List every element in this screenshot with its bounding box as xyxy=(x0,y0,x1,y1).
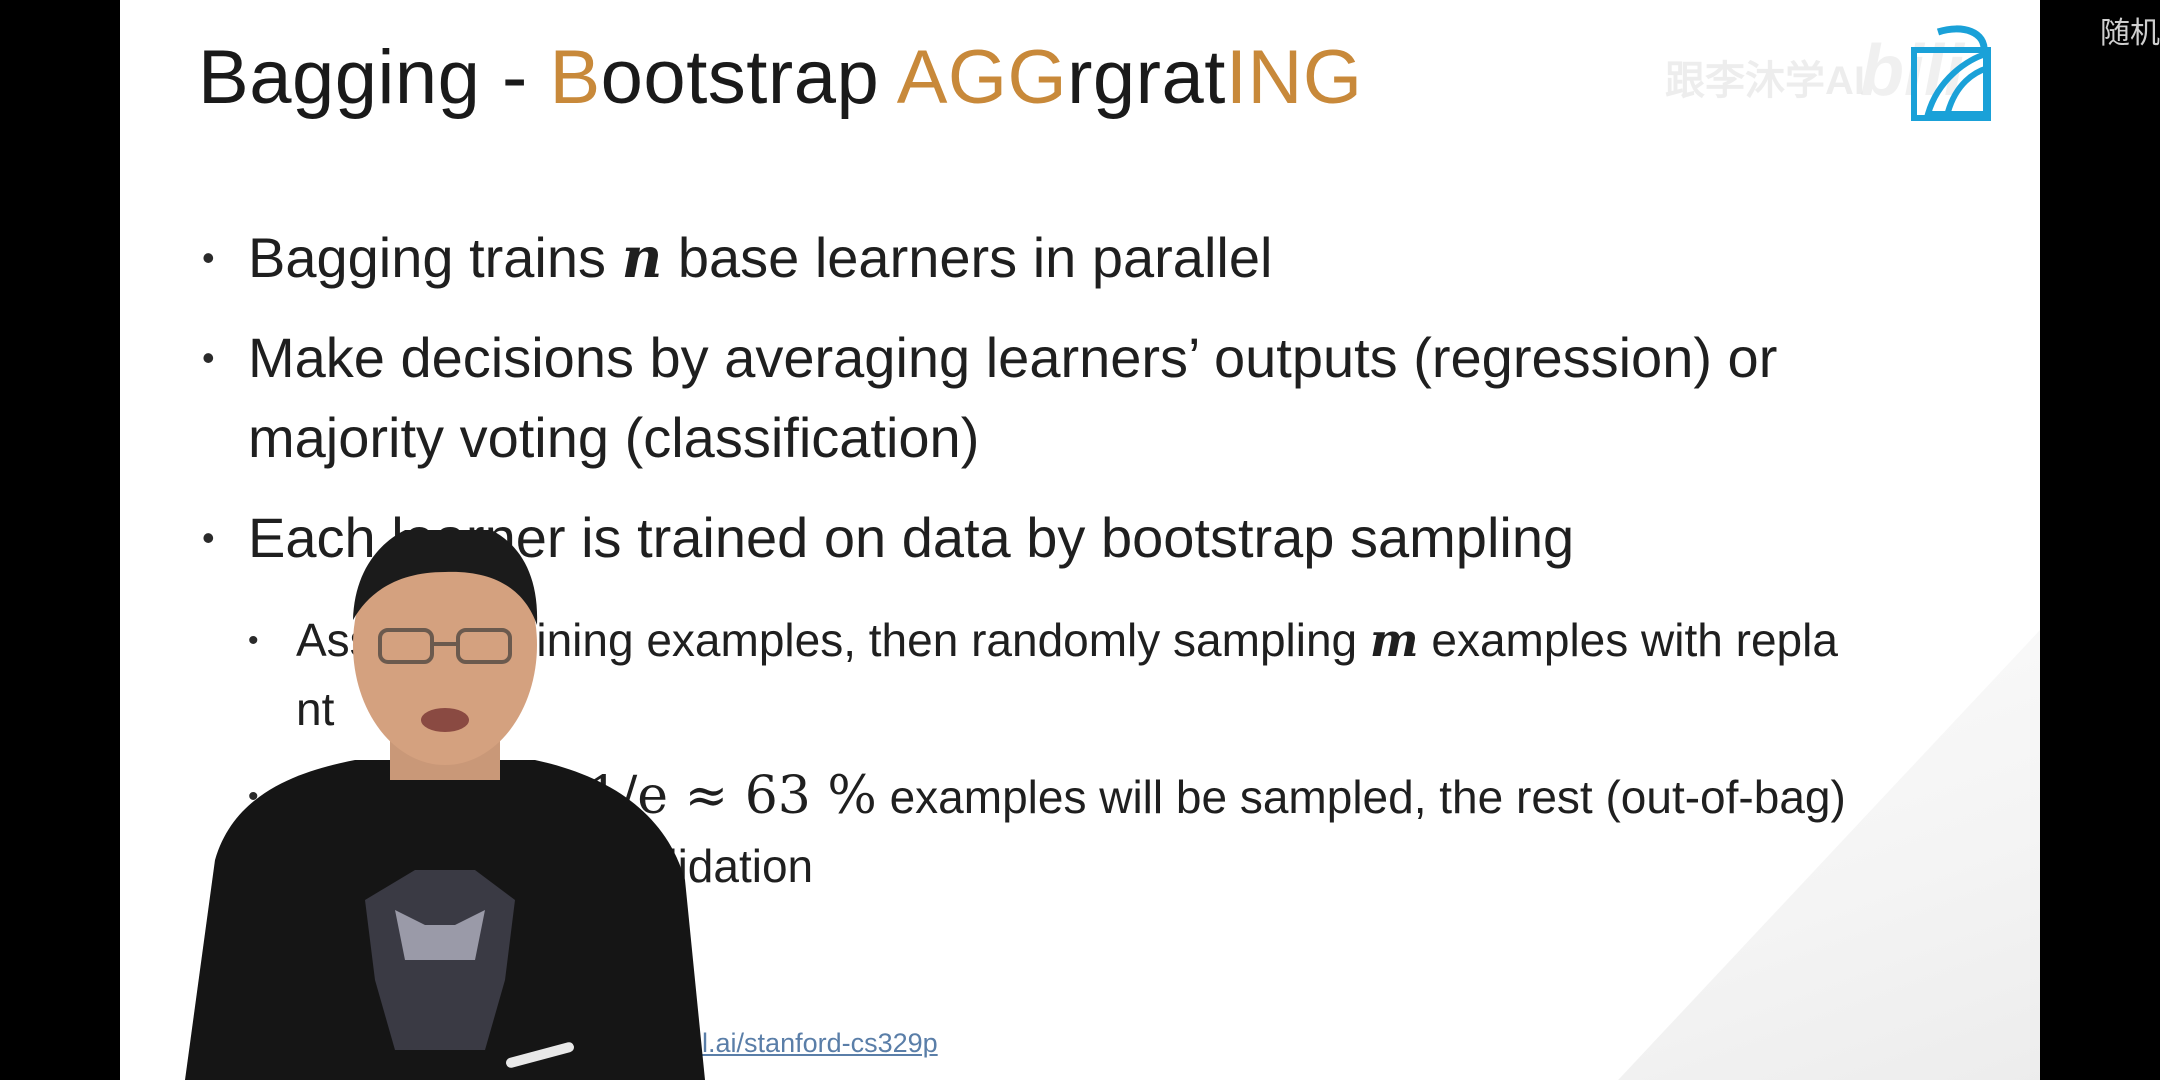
bullet-text: examples with repla xyxy=(1418,614,1838,666)
bullet-text: base learners in parallel xyxy=(662,226,1273,289)
corner-label[interactable]: 随机 xyxy=(2100,8,2160,52)
title-part: ootstrap xyxy=(600,35,897,120)
bullet-item: • Bagging trains n base learners in para… xyxy=(198,218,1948,298)
title-part-highlight: ING xyxy=(1225,35,1363,120)
right-side-panel: 随机 xyxy=(2040,0,2160,1080)
bullet-text: Make decisions by averaging learners’ ou… xyxy=(248,326,1778,469)
title-part-highlight: AGG xyxy=(896,35,1068,120)
bullet-icon: • xyxy=(202,237,215,278)
bullet-item: • Make decisions by averaging learners’ … xyxy=(198,318,1948,478)
bilibili-d2l-logo-icon xyxy=(1911,25,1991,121)
title-part: Bagging - xyxy=(198,35,550,120)
bullet-icon: • xyxy=(202,337,215,378)
math-variable: n xyxy=(621,225,663,291)
presenter-video-overlay xyxy=(185,530,705,1080)
title-part: rgrat xyxy=(1067,35,1226,120)
bullet-text: Bagging trains xyxy=(248,226,622,289)
channel-watermark: 跟李沐学AI xyxy=(1665,59,1865,103)
footer-link[interactable]: d2l.ai/stanford-cs329p xyxy=(672,1028,938,1059)
title-part-highlight: B xyxy=(549,35,601,120)
bullet-text: examples will be sampled, the rest (out-… xyxy=(876,771,1846,823)
slide-title: Bagging - Bootstrap AGGrgratING xyxy=(198,34,1363,121)
math-variable: m xyxy=(1369,613,1419,667)
